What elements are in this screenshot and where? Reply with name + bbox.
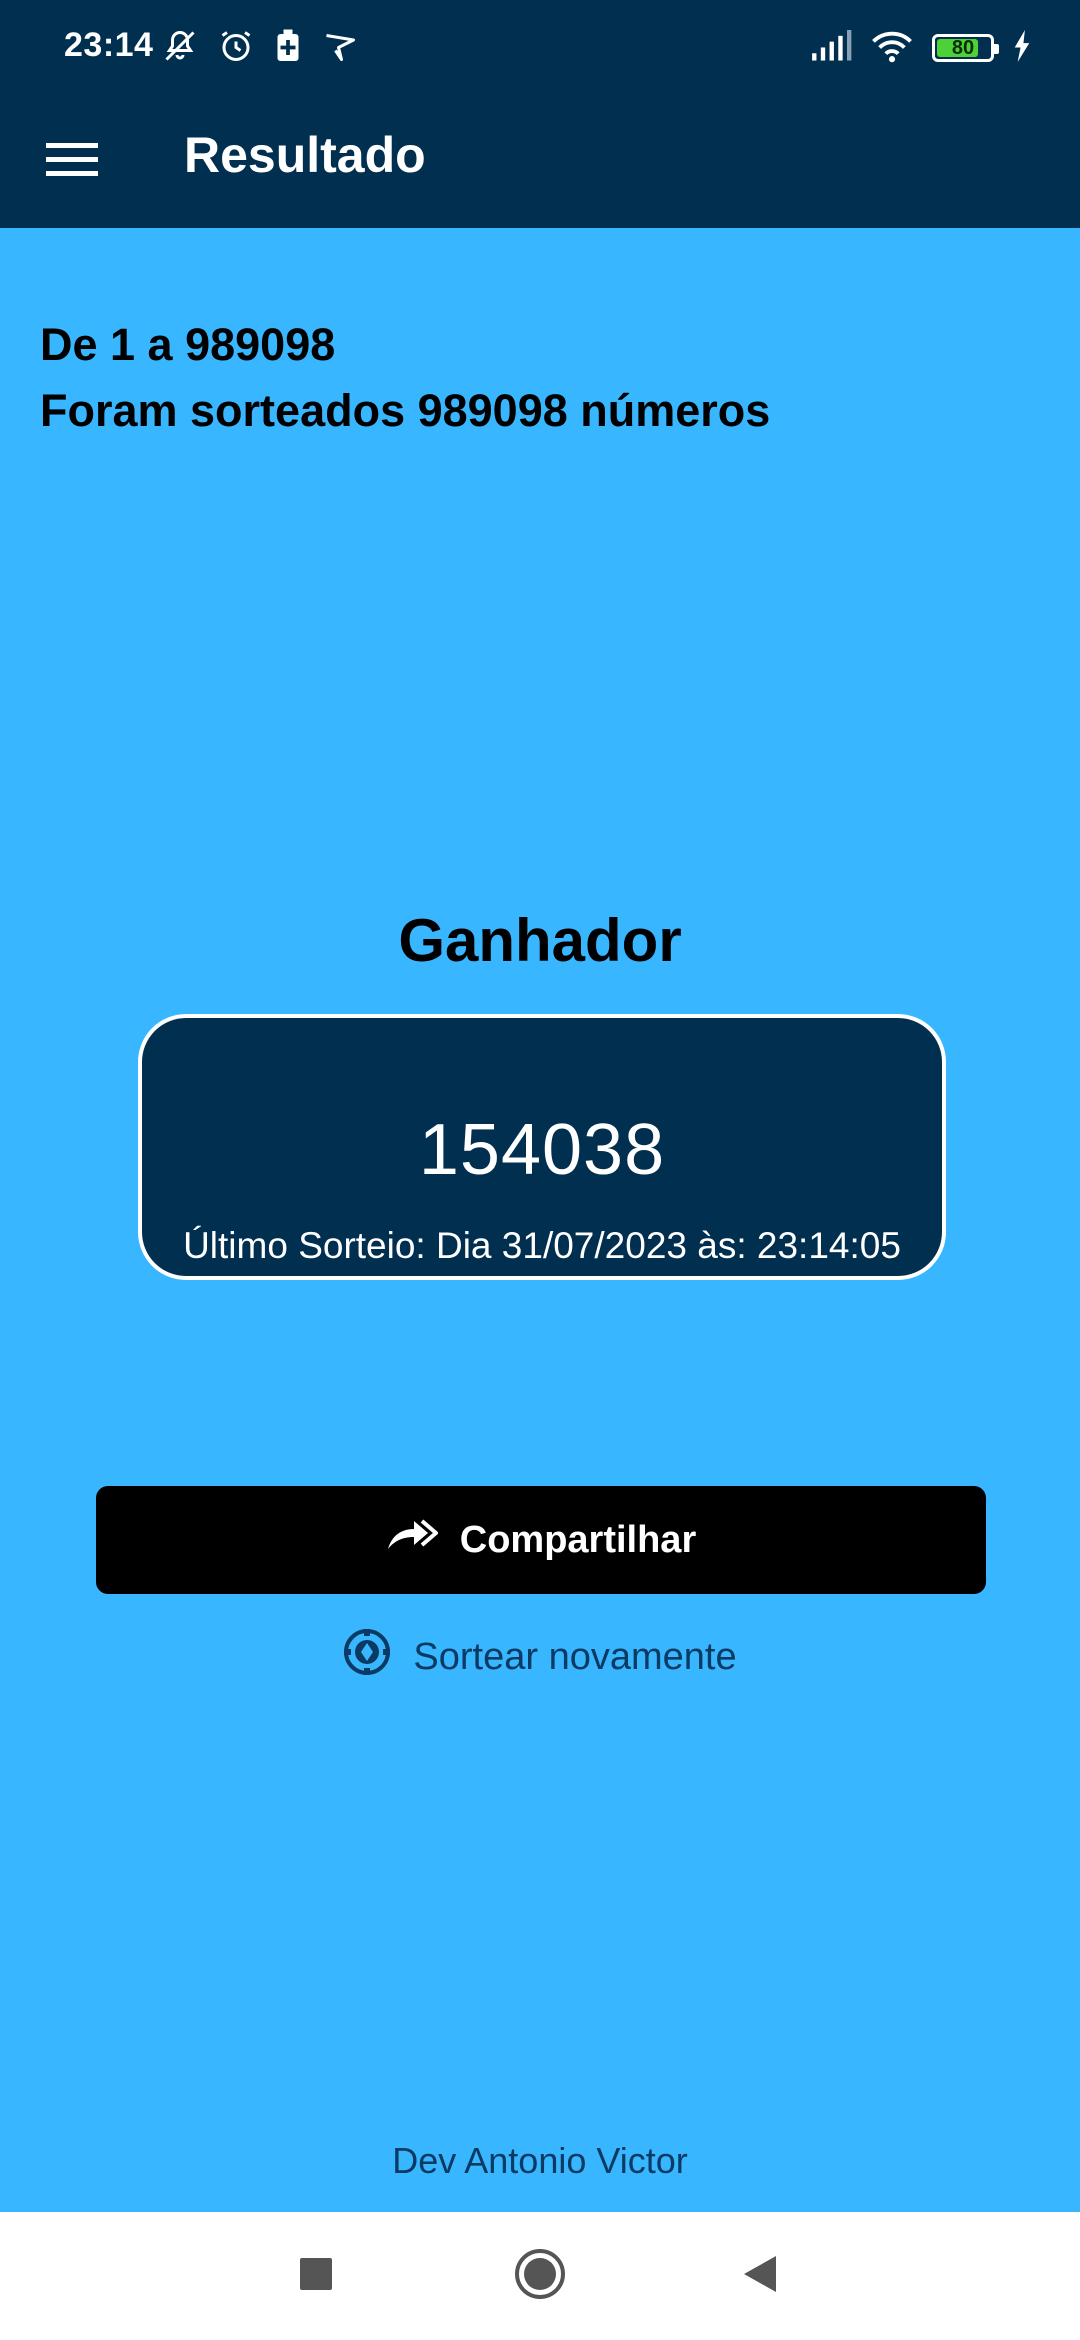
system-nav-bar (0, 2212, 1080, 2340)
back-icon (742, 2255, 778, 2298)
alarm-icon (218, 28, 254, 69)
redraw-button-label: Sortear novamente (413, 1635, 737, 1678)
battery-saver-icon (274, 28, 302, 69)
share-button[interactable]: Compartilhar (96, 1486, 986, 1594)
recents-button[interactable] (256, 2212, 376, 2340)
battery-icon: 80 (932, 34, 999, 62)
menu-button[interactable] (40, 132, 104, 192)
wifi-icon (870, 29, 914, 68)
share-button-label: Compartilhar (459, 1518, 697, 1561)
menu-icon (46, 141, 98, 184)
battery-cap (994, 44, 999, 54)
last-draw-timestamp: Último Sorteio: Dia 31/07/2023 às: 23:14… (183, 1225, 901, 1266)
draw-chip-icon (343, 1628, 391, 1686)
drawn-count-text: Foram sorteados 989098 números (40, 385, 771, 436)
developer-credit: Dev Antonio Victor (392, 2140, 688, 2181)
app-bar: Resultado (0, 96, 1080, 228)
redraw-button[interactable]: Sortear novamente (0, 1622, 1080, 1692)
share-arrow-icon (386, 1517, 438, 1563)
notification-app-icon (322, 28, 358, 69)
winner-number: 154038 (418, 1110, 666, 1190)
status-left-icons (162, 26, 358, 70)
home-icon (514, 2248, 566, 2305)
status-bar: 23:14 80 (0, 0, 1080, 96)
battery-level: 80 (951, 36, 975, 59)
status-time: 23:14 (64, 26, 154, 64)
back-button[interactable] (700, 2212, 820, 2340)
bell-off-icon (162, 28, 198, 69)
status-right-icons: 80 (810, 26, 1032, 70)
page-title: Resultado (184, 127, 426, 183)
result-card: 154038 Último Sorteio: Dia 31/07/2023 às… (138, 1014, 946, 1280)
signal-icon (810, 29, 852, 67)
charging-icon (1012, 29, 1032, 67)
draw-summary: De 1 a 989098 Foram sorteados 989098 núm… (40, 312, 770, 444)
home-button[interactable] (480, 2212, 600, 2340)
winner-title: Ganhador (398, 907, 682, 974)
range-text: De 1 a 989098 (40, 319, 336, 370)
recents-icon (299, 2257, 333, 2296)
